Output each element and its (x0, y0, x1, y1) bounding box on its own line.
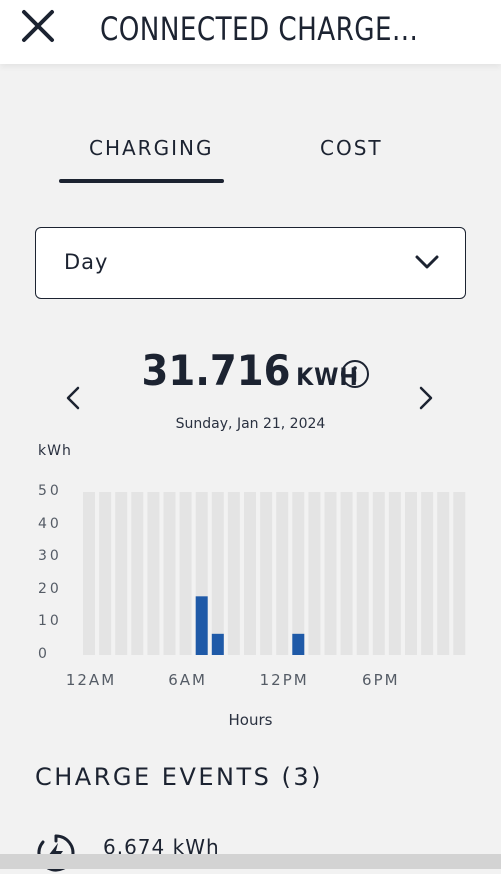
x-tick-label: 12AM (65, 671, 117, 689)
bar-track (308, 492, 321, 655)
bar-8AM[interactable] (211, 633, 224, 655)
charge-events-title: CHARGE EVENTS (3) (35, 763, 324, 791)
hourly-energy-chart (83, 492, 466, 655)
bar-track (163, 492, 176, 655)
bar-track (453, 492, 466, 655)
x-tick-label: 6PM (362, 671, 400, 689)
bar-track (227, 492, 240, 655)
bar-1PM[interactable] (292, 633, 305, 655)
x-tick-label: 6AM (168, 671, 207, 689)
x-axis-label: Hours (228, 711, 273, 729)
bottom-fade (0, 854, 501, 869)
bar-track (211, 492, 224, 655)
bar-track (388, 492, 401, 655)
bar-track (115, 492, 128, 655)
bar-track (421, 492, 434, 655)
bar-track (340, 492, 353, 655)
x-tick-label: 12PM (259, 671, 309, 689)
bar-track (405, 492, 417, 655)
bar-track (244, 492, 256, 655)
bar-track (324, 492, 337, 655)
bar-track (99, 492, 112, 655)
bar-track (179, 492, 192, 655)
bar-track (437, 492, 450, 655)
bar-track (292, 492, 305, 655)
bar-7AM[interactable] (195, 596, 208, 655)
bar-track (276, 492, 289, 655)
bar-track (83, 492, 95, 655)
bar-track (260, 492, 273, 655)
bar-track (372, 492, 385, 655)
bar-track (356, 492, 369, 655)
bar-track (147, 492, 160, 655)
bar-track (131, 492, 144, 655)
